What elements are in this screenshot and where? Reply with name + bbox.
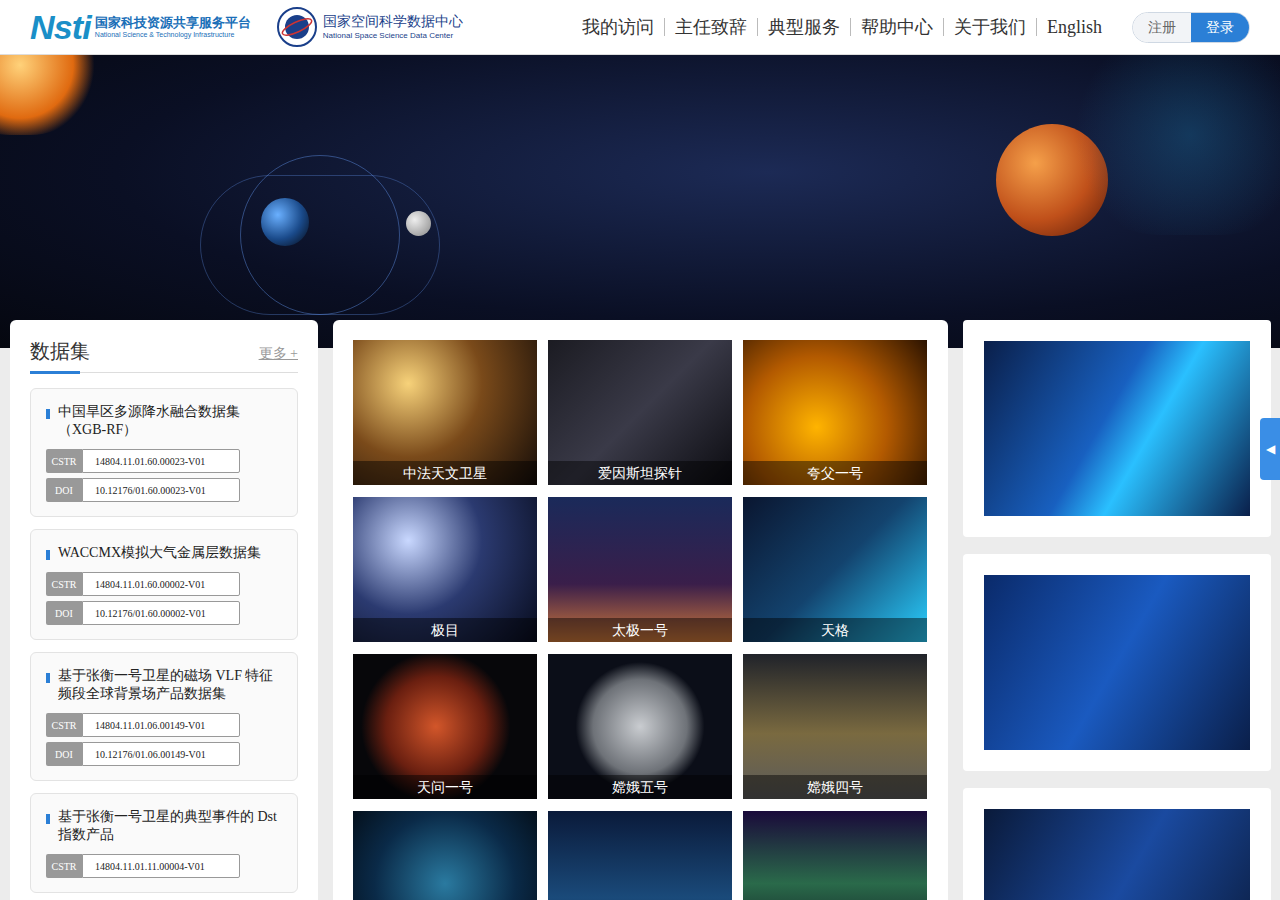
code-value: 10.12176/01.06.00149-V01	[82, 742, 240, 766]
dataset-title[interactable]: 基于张衡一号卫星的典型事件的 Dst 指数产品	[58, 808, 282, 844]
datasets-panel: 数据集更多 +中国旱区多源降水融合数据集（XGB-RF）CSTR14804.11…	[10, 320, 318, 900]
platform-banner	[984, 341, 1250, 516]
nav-link[interactable]: 典型服务	[768, 14, 840, 41]
code-row: CSTR14804.11.01.11.00004-V01	[46, 854, 240, 878]
dataset-card[interactable]: WACCMX模拟大气金属层数据集 CSTR14804.11.01.60.00002…	[30, 529, 298, 640]
code-value: 10.12176/01.60.00023-V01	[82, 478, 240, 502]
mission-tile[interactable]: 极目	[353, 497, 537, 642]
code-label: CSTR	[46, 572, 82, 596]
platform-card[interactable]	[963, 554, 1271, 771]
mission-caption: 天问一号	[353, 775, 537, 799]
platform-card[interactable]	[963, 788, 1271, 900]
side-tab[interactable]: ◀	[1260, 418, 1280, 480]
dataset-title[interactable]: 基于张衡一号卫星的磁场 VLF 特征频段全球背景场产品数据集	[58, 667, 282, 703]
platform-logo[interactable]: Nsti国家科技资源共享服务平台National Science & Techn…	[30, 10, 251, 44]
platform-logo-mark: Nsti	[30, 10, 91, 44]
center-logo[interactable]: 国家空间科学数据中心National Space Science Data Ce…	[277, 7, 463, 47]
emblem-icon	[277, 7, 317, 47]
code-label: CSTR	[46, 854, 82, 878]
content-row: 数据集更多 +中国旱区多源降水融合数据集（XGB-RF）CSTR14804.11…	[0, 320, 1280, 900]
page: Nsti国家科技资源共享服务平台National Science & Techn…	[0, 0, 1280, 900]
dataset-title[interactable]: WACCMX模拟大气金属层数据集	[58, 544, 261, 562]
datasets-title: 数据集	[30, 338, 90, 364]
code-value: 10.12176/01.60.00002-V01	[82, 601, 240, 625]
register-button[interactable]: 注册	[1133, 13, 1191, 42]
nav-link[interactable]: 关于我们	[954, 14, 1026, 41]
nav-link[interactable]: 帮助中心	[861, 14, 933, 41]
mission-tile[interactable]: 天问一号	[353, 654, 537, 799]
mission-caption: 中法天文卫星	[353, 461, 537, 485]
mission-tile[interactable]: 中法天文卫星	[353, 340, 537, 485]
code-row: DOI10.12176/01.60.00023-V01	[46, 478, 240, 502]
code-label: DOI	[46, 601, 82, 625]
mission-tile[interactable]: 爱因斯坦探针	[548, 340, 732, 485]
code-value: 14804.11.01.06.00149-V01	[82, 713, 240, 737]
platform-banner	[984, 575, 1250, 750]
code-row: DOI10.12176/01.60.00002-V01	[46, 601, 240, 625]
code-row: CSTR14804.11.01.06.00149-V01	[46, 713, 240, 737]
dataset-title[interactable]: 中国旱区多源降水融合数据集（XGB-RF）	[58, 403, 282, 439]
platform-banner	[984, 809, 1250, 900]
code-value: 14804.11.01.60.00002-V01	[82, 572, 240, 596]
mission-caption: 嫦娥四号	[743, 775, 927, 799]
mission-tile[interactable]: 嫦娥四号	[743, 654, 927, 799]
code-value: 14804.11.01.60.00023-V01	[82, 449, 240, 473]
nav-link[interactable]: English	[1047, 14, 1102, 41]
nav-divider	[850, 18, 851, 36]
login-button[interactable]: 登录	[1191, 13, 1249, 42]
nav-link[interactable]: 主任致辞	[675, 14, 747, 41]
more-link[interactable]: 更多 +	[259, 343, 298, 364]
top-header: Nsti国家科技资源共享服务平台National Science & Techn…	[0, 0, 1280, 55]
mission-caption: 太极一号	[548, 618, 732, 642]
code-row: DOI10.12176/01.06.00149-V01	[46, 742, 240, 766]
mission-tile[interactable]: 嫦娥五号	[548, 654, 732, 799]
banner	[0, 55, 1280, 348]
mission-caption: 爱因斯坦探针	[548, 461, 732, 485]
code-label: DOI	[46, 478, 82, 502]
dataset-card[interactable]: 基于张衡一号卫星的典型事件的 Dst 指数产品 CSTR14804.11.01.1…	[30, 793, 298, 893]
code-row: CSTR14804.11.01.60.00002-V01	[46, 572, 240, 596]
mission-tile[interactable]: 太极一号	[548, 497, 732, 642]
platforms-column	[963, 320, 1271, 900]
auth-buttons: 注册登录	[1132, 12, 1250, 43]
mission-caption: 夸父一号	[743, 461, 927, 485]
mission-tile[interactable]	[743, 811, 927, 900]
nav-link[interactable]: 我的访问	[582, 14, 654, 41]
code-label: CSTR	[46, 449, 82, 473]
nav-divider	[664, 18, 665, 36]
code-row: CSTR14804.11.01.60.00023-V01	[46, 449, 240, 473]
dataset-card[interactable]: 中国旱区多源降水融合数据集（XGB-RF） CSTR14804.11.01.60.…	[30, 388, 298, 517]
datasets-header: 数据集 更多 +	[30, 338, 298, 373]
mission-tile[interactable]: 天格	[743, 497, 927, 642]
platform-card[interactable]	[963, 320, 1271, 537]
nav-divider	[757, 18, 758, 36]
mission-tile[interactable]: 夸父一号	[743, 340, 927, 485]
code-value: 14804.11.01.11.00004-V01	[82, 854, 240, 878]
nav-divider	[943, 18, 944, 36]
main-nav: 我的访问主任致辞典型服务帮助中心关于我们 English	[582, 14, 1102, 41]
mission-tile[interactable]	[548, 811, 732, 900]
mission-caption: 嫦娥五号	[548, 775, 732, 799]
missions-panel: 中法天文卫星爱因斯坦探针夸父一号极目太极一号天格天问一号嫦娥五号嫦娥四号	[333, 320, 948, 900]
nav-divider	[1036, 18, 1037, 36]
dataset-card[interactable]: 基于张衡一号卫星的磁场 VLF 特征频段全球背景场产品数据集 CSTR14804.…	[30, 652, 298, 781]
code-label: CSTR	[46, 713, 82, 737]
mission-caption: 天格	[743, 618, 927, 642]
mission-caption: 极目	[353, 618, 537, 642]
mission-tile[interactable]	[353, 811, 537, 900]
code-label: DOI	[46, 742, 82, 766]
